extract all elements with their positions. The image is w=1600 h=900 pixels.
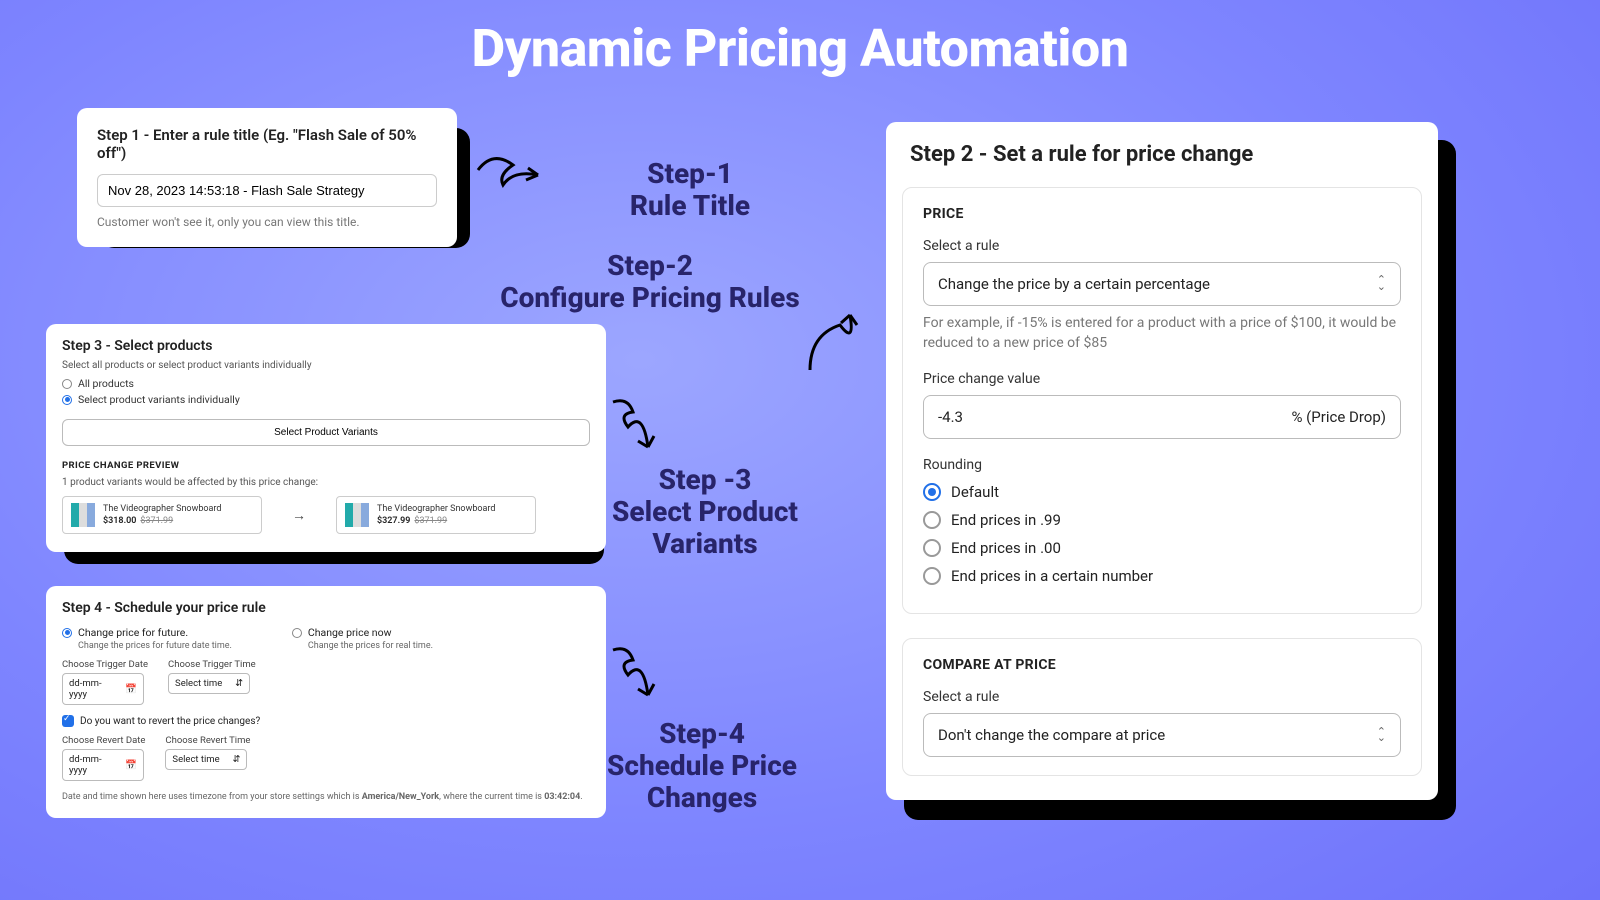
- chevron-icon: ⇵: [235, 678, 243, 689]
- calendar-icon: 📅: [125, 684, 137, 695]
- rule-title-input[interactable]: [97, 174, 437, 207]
- radio-future-price[interactable]: Change price for future.: [62, 626, 232, 639]
- step4-heading: Step 4 - Schedule your price rule: [62, 600, 590, 616]
- product-name: The Videographer Snowboard: [103, 504, 221, 514]
- rounding-99[interactable]: End prices in .99: [923, 511, 1401, 529]
- change-value-label: Price change value: [923, 371, 1401, 387]
- radio-icon: [62, 628, 72, 638]
- step3-annotation: Step -3Select Product Variants: [600, 464, 810, 561]
- step2-annotation: Step-2Configure Pricing Rules: [490, 250, 810, 314]
- product-thumb-icon: [71, 503, 95, 527]
- rounding-default[interactable]: Default: [923, 483, 1401, 501]
- step1-note: Customer won't see it, only you can view…: [97, 215, 437, 229]
- radio-price-now[interactable]: Change price now: [292, 626, 433, 639]
- price-rule-select[interactable]: Change the price by a certain percentage…: [923, 262, 1401, 306]
- revert-date-input[interactable]: dd-mm-yyyy📅: [62, 749, 144, 781]
- arrow-icon: [598, 640, 678, 720]
- chevron-updown-icon: ⌃⌄: [1377, 729, 1386, 742]
- select-variants-button[interactable]: Select Product Variants: [62, 419, 590, 446]
- select-rule-label: Select a rule: [923, 238, 1401, 254]
- arrow-icon: [468, 140, 588, 210]
- price-change-input[interactable]: -4.3 % (Price Drop): [923, 395, 1401, 439]
- opt-sub: Change the prices for future date time.: [62, 641, 232, 651]
- page-title: Dynamic Pricing Automation: [0, 18, 1600, 79]
- radio-icon: [923, 483, 941, 501]
- step3-subtext: Select all products or select product va…: [62, 360, 590, 371]
- radio-all-products[interactable]: All products: [62, 377, 590, 390]
- price-after: $327.99: [377, 516, 410, 526]
- revert-date-label: Choose Revert Date: [62, 735, 145, 746]
- chevron-icon: ⇵: [232, 754, 240, 765]
- chevron-updown-icon: ⌃⌄: [1377, 277, 1386, 290]
- step2-card: Step 2 - Set a rule for price change PRI…: [886, 122, 1438, 800]
- radio-icon: [923, 539, 941, 557]
- preview-subtext: 1 product variants would be affected by …: [62, 477, 590, 488]
- product-name: The Videographer Snowboard: [377, 504, 495, 514]
- old-price: $371.99: [414, 516, 447, 526]
- step3-heading: Step 3 - Select products: [62, 338, 590, 354]
- radio-icon: [923, 567, 941, 585]
- price-before: $318.00: [103, 516, 136, 526]
- rounding-custom[interactable]: End prices in a certain number: [923, 567, 1401, 585]
- opt-sub: Change the prices for real time.: [292, 641, 433, 651]
- step3-card: Step 3 - Select products Select all prod…: [46, 324, 606, 552]
- unit-label: % (Price Drop): [1291, 408, 1386, 426]
- step4-annotation: Step-4Schedule Price Changes: [592, 718, 812, 815]
- preview-after-card: The Videographer Snowboard $327.99 $371.9…: [336, 496, 536, 534]
- old-price: $371.99: [140, 516, 173, 526]
- preview-title: PRICE CHANGE PREVIEW: [62, 460, 590, 471]
- trigger-time-input[interactable]: Select time⇵: [168, 673, 250, 694]
- radio-icon: [923, 511, 941, 529]
- checkbox-icon: [62, 715, 74, 727]
- step2-heading: Step 2 - Set a rule for price change: [886, 142, 1438, 187]
- rounding-00[interactable]: End prices in .00: [923, 539, 1401, 557]
- arrow-icon: [598, 392, 678, 472]
- rule-note: For example, if -15% is entered for a pr…: [923, 314, 1401, 353]
- arrow-right-icon: →: [292, 507, 306, 524]
- calendar-icon: 📅: [125, 760, 137, 771]
- trigger-date-input[interactable]: dd-mm-yyyy📅: [62, 673, 144, 705]
- arrow-icon: [800, 300, 890, 390]
- trigger-date-label: Choose Trigger Date: [62, 659, 148, 670]
- compare-rule-select[interactable]: Don't change the compare at price ⌃⌄: [923, 713, 1401, 757]
- compare-section-title: COMPARE AT PRICE: [923, 657, 1401, 673]
- step4-card: Step 4 - Schedule your price rule Change…: [46, 586, 606, 818]
- trigger-time-label: Choose Trigger Time: [168, 659, 256, 670]
- product-thumb-icon: [345, 503, 369, 527]
- step1-card: Step 1 - Enter a rule title (Eg. "Flash …: [77, 108, 457, 247]
- radio-individual-variants[interactable]: Select product variants individually: [62, 393, 590, 406]
- revert-time-label: Choose Revert Time: [165, 735, 250, 746]
- radio-icon: [292, 628, 302, 638]
- step1-annotation: Step-1Rule Title: [590, 158, 790, 222]
- revert-checkbox[interactable]: Do you want to revert the price changes?: [62, 715, 590, 727]
- radio-icon: [62, 379, 72, 389]
- price-section-title: PRICE: [923, 206, 1401, 222]
- revert-time-input[interactable]: Select time⇵: [165, 749, 247, 770]
- rounding-label: Rounding: [923, 457, 1401, 473]
- timezone-note: Date and time shown here uses timezone f…: [62, 791, 590, 804]
- radio-icon: [62, 395, 72, 405]
- compare-select-label: Select a rule: [923, 689, 1401, 705]
- preview-before-card: The Videographer Snowboard $318.00 $371.9…: [62, 496, 262, 534]
- step1-heading: Step 1 - Enter a rule title (Eg. "Flash …: [97, 126, 437, 162]
